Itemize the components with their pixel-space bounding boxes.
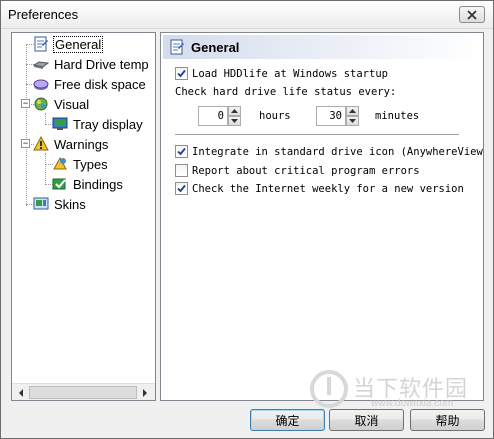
help-button[interactable]: 帮助	[410, 409, 485, 431]
check-status-label: Check hard drive life status every:	[175, 86, 397, 98]
visual-expander[interactable]: −	[21, 99, 30, 108]
tree-item-visual[interactable]: Visual	[32, 95, 90, 113]
tree-item-label: General	[53, 35, 104, 53]
general-icon	[32, 36, 50, 52]
load-at-startup-row[interactable]: Load HDDlife at Windows startup	[175, 67, 388, 80]
title-bar[interactable]: Preferences	[1, 1, 493, 29]
hours-up-icon[interactable]	[228, 106, 241, 116]
skins-icon	[32, 196, 50, 212]
close-icon	[467, 9, 477, 20]
minutes-down-icon[interactable]	[346, 116, 359, 126]
tree-item-free-disk-space[interactable]: Free disk space	[32, 75, 147, 93]
minutes-up-icon[interactable]	[346, 106, 359, 116]
checkmark-icon	[177, 184, 186, 193]
integrate-icon-label: Integrate in standard drive icon (Anywhe…	[192, 145, 483, 158]
tree-item-tray-display[interactable]: Tray display	[51, 115, 144, 133]
visual-icon	[32, 96, 50, 112]
hours-stepper[interactable]: 0	[198, 106, 241, 126]
separator	[175, 134, 459, 136]
hours-input[interactable]: 0	[198, 106, 228, 126]
check-internet-row[interactable]: Check the Internet weekly for a new vers…	[175, 182, 464, 195]
scroll-right-icon[interactable]	[138, 386, 152, 399]
tree-item-warnings[interactable]: Warnings	[32, 135, 109, 153]
tree-item-label: Skins	[54, 196, 86, 212]
bindings-icon	[51, 176, 69, 192]
checkmark-icon	[177, 147, 186, 156]
cancel-button[interactable]: 取消	[329, 409, 404, 431]
general-settings-panel: General Load HDDlife at Windows startup …	[160, 32, 484, 401]
hard-drive-icon	[32, 56, 50, 72]
check-status-row: Check hard drive life status every:	[175, 86, 396, 98]
warnings-expander[interactable]: −	[21, 139, 30, 148]
horizontal-scrollbar[interactable]	[12, 383, 155, 400]
tree-item-label: Warnings	[54, 136, 109, 152]
tree-item-label: Free disk space	[54, 76, 146, 92]
general-icon	[169, 39, 185, 55]
integrate-icon-row[interactable]: Integrate in standard drive icon (Anywhe…	[175, 145, 483, 158]
tree-item-label: Visual	[54, 96, 90, 112]
tree-item-types[interactable]: Types	[51, 155, 109, 173]
types-icon	[51, 156, 69, 172]
minutes-input[interactable]: 30	[316, 106, 346, 126]
preferences-window: Preferences − − General Hard Drive temp …	[0, 0, 494, 439]
load-at-startup-label: Load HDDlife at Windows startup	[192, 67, 388, 80]
hours-down-icon[interactable]	[228, 116, 241, 126]
ok-button[interactable]: 确定	[250, 409, 325, 431]
report-errors-checkbox[interactable]	[175, 164, 188, 177]
window-title: Preferences	[8, 7, 79, 22]
tree-item-skins[interactable]: Skins	[32, 195, 87, 213]
scroll-left-icon[interactable]	[14, 386, 28, 399]
panel-title: General	[191, 39, 240, 55]
tree-item-label: Hard Drive temp	[54, 56, 149, 72]
report-errors-label: Report about critical program errors	[192, 164, 420, 177]
tree-item-label: Types	[73, 156, 108, 172]
tree-item-bindings[interactable]: Bindings	[51, 175, 124, 193]
scroll-thumb[interactable]	[29, 386, 137, 399]
tree-item-hard-drive-temp[interactable]: Hard Drive temp	[32, 55, 150, 73]
panel-header: General	[163, 35, 481, 59]
check-internet-checkbox[interactable]	[175, 182, 188, 195]
tree-item-label: Bindings	[73, 176, 123, 192]
tray-display-icon	[51, 116, 69, 132]
tree-item-label: Tray display	[73, 116, 143, 132]
load-at-startup-checkbox[interactable]	[175, 67, 188, 80]
check-internet-label: Check the Internet weekly for a new vers…	[192, 182, 464, 195]
report-errors-row[interactable]: Report about critical program errors	[175, 164, 420, 177]
preferences-tree[interactable]: − − General Hard Drive temp Free disk sp…	[11, 32, 156, 401]
warnings-icon	[32, 136, 50, 152]
integrate-icon-checkbox[interactable]	[175, 145, 188, 158]
close-button[interactable]	[459, 6, 485, 23]
checkmark-icon	[177, 69, 186, 78]
hours-unit-label: hours	[259, 110, 291, 122]
disk-space-icon	[32, 76, 50, 92]
minutes-unit-label: minutes	[375, 110, 420, 122]
tree-item-general[interactable]: General	[32, 35, 104, 53]
minutes-stepper[interactable]: 30	[316, 106, 359, 126]
